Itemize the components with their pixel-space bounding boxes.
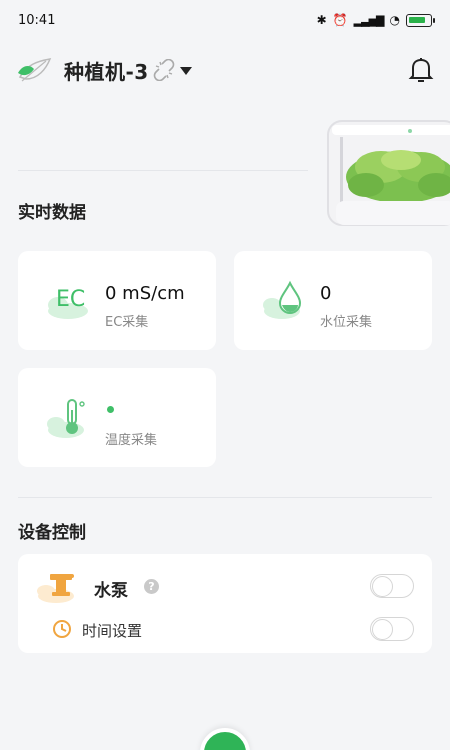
timer-toggle[interactable] xyxy=(370,617,414,641)
divider xyxy=(18,497,432,498)
water-level-label: 水位采集 xyxy=(320,315,373,330)
unlinked-icon[interactable] xyxy=(153,59,175,81)
timer-label[interactable]: 时间设置 xyxy=(82,620,142,641)
device-name[interactable]: 种植机-3 xyxy=(64,56,149,85)
water-level-card[interactable]: 0 水位采集 xyxy=(234,251,432,350)
status-icons: ✱ ⏰ ▂▃▅▇ ◔ xyxy=(316,13,435,27)
hd-signal-icon: ▂▃▅▇ xyxy=(353,13,385,27)
planter-device-image xyxy=(327,120,450,226)
temperature-card[interactable]: 温度采集 xyxy=(18,368,216,467)
alarm-icon: ⏰ xyxy=(332,13,348,27)
bell-icon[interactable] xyxy=(408,56,434,84)
bottom-nav-center-button[interactable] xyxy=(200,728,250,750)
status-bar: 10:41 ✱ ⏰ ▂▃▅▇ ◔ xyxy=(0,0,450,40)
ec-value: 0 mS/cm xyxy=(105,283,185,304)
device-control-card: 水泵 ? 时间设置 xyxy=(18,554,432,653)
ec-card[interactable]: EC 0 mS/cm EC采集 xyxy=(18,251,216,350)
ec-label: EC采集 xyxy=(105,315,149,330)
clock-icon xyxy=(53,620,71,638)
leaf-logo-icon xyxy=(18,58,52,82)
battery-charging-icon xyxy=(406,13,435,27)
question-icon[interactable]: ? xyxy=(144,579,159,594)
temperature-label: 温度采集 xyxy=(105,433,158,448)
header: 种植机-3 xyxy=(0,48,450,92)
thermometer-icon xyxy=(47,399,85,438)
section-title-control: 设备控制 xyxy=(18,523,86,543)
divider xyxy=(18,170,308,171)
temperature-value-dot xyxy=(107,406,114,413)
water-pump-icon xyxy=(37,574,74,603)
water-level-value: 0 xyxy=(320,283,332,304)
wifi-icon: ◔ xyxy=(389,13,400,27)
pump-label: 水泵 xyxy=(94,581,128,601)
status-time: 10:41 xyxy=(18,12,56,28)
section-title-realtime: 实时数据 xyxy=(18,203,86,223)
pump-toggle[interactable] xyxy=(370,574,414,598)
caret-down-icon[interactable] xyxy=(179,67,192,75)
ec-icon-text: EC xyxy=(56,287,86,312)
water-drop-icon xyxy=(263,280,302,319)
bluetooth-icon: ✱ xyxy=(316,13,327,27)
